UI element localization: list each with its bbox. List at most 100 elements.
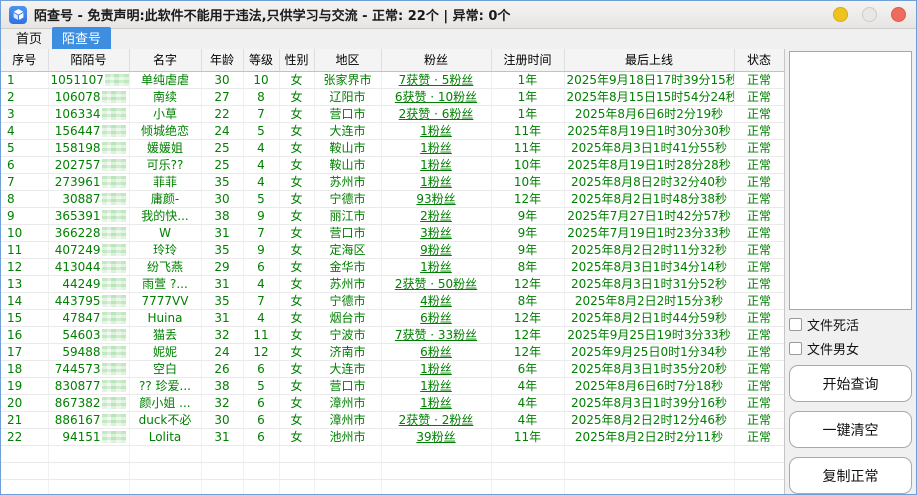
cell-region: 大连市 (314, 122, 382, 140)
column-header[interactable]: 注册时间 (491, 49, 565, 72)
table-row[interactable]: 11 407249 玲玲 35 9 女定海区 9粉丝 9年 2025年8月2日2时11分32秒正… (1, 241, 784, 259)
column-header[interactable]: 状态 (734, 49, 784, 72)
cell-level: 4 (243, 275, 280, 293)
cell-name: Lolita (129, 428, 202, 446)
cell-index: 22 (1, 428, 49, 446)
table-row[interactable]: 17 59488 妮妮 24 12 女济南市 6粉丝 12年 2025年9月25日0时1分34秒… (1, 343, 784, 361)
maximize-icon[interactable] (862, 7, 877, 22)
table-row[interactable]: 1 1051107 单纯虐虐 30 10 女张家界市 7获赞 · 5粉丝 1年 2025年9月1… (1, 71, 784, 89)
tab-home[interactable]: 首页 (6, 27, 52, 49)
cell-last-online: 2025年8月2日2时11分32秒 (564, 241, 735, 259)
cell-last-online: 2025年8月2日2时2分11秒 (564, 428, 735, 446)
cell-last-online: 2025年8月2日2时15分3秒 (564, 292, 735, 310)
cell-level: 6 (243, 360, 280, 378)
minimize-icon[interactable] (833, 7, 848, 22)
result-log-listbox[interactable] (789, 51, 912, 310)
table-row[interactable]: 8 30887 庸颜- 30 5 女宁德市 93粉丝 12年 2025年8月2日1时48分38秒… (1, 190, 784, 208)
blurred-id-mask (101, 158, 126, 171)
cell-last-online: 2025年8月2日1时44分59秒 (564, 309, 735, 327)
cell-region: 宁德市 (314, 190, 382, 208)
table-row[interactable]: 14 443795 7777VV 35 7 女宁德市 4粉丝 8年 2025年8月2日2时15分… (1, 292, 784, 310)
cell-name: 菲菲 (129, 173, 202, 191)
table-row[interactable]: 2 106078 南续 27 8 女辽阳市 6获赞 · 10粉丝 1年 2025年8月15日15… (1, 88, 784, 106)
cell-region: 营口市 (314, 224, 382, 242)
cell-gender: 女 (279, 343, 315, 361)
cell-age: 22 (201, 105, 244, 123)
cell-fans: 9粉丝 (381, 241, 492, 259)
column-header[interactable]: 序号 (1, 49, 49, 72)
cell-index: 9 (1, 207, 49, 225)
cell-momo-id: 413044 (48, 258, 130, 276)
cell-register-age: 12年 (491, 343, 565, 361)
window-controls (833, 7, 906, 22)
table-row[interactable]: 3 106334 小草 22 7 女营口市 2获赞 · 6粉丝 1年 2025年8月6日6时2分… (1, 105, 784, 123)
table-row[interactable]: 7 273961 菲菲 35 4 女苏州市 1粉丝 10年 2025年8月8日2时32分40秒正… (1, 173, 784, 191)
table-row[interactable]: 13 44249 雨萱 ?... 31 4 女苏州市 2获赞 · 50粉丝 12年 2025年8… (1, 275, 784, 293)
cell-index: 10 (1, 224, 49, 242)
cell-gender: 女 (279, 190, 315, 208)
cell-age: 31 (201, 309, 244, 327)
cell-fans: 1粉丝 (381, 258, 492, 276)
clear-all-button[interactable]: 一键清空 (789, 411, 912, 448)
copy-normal-button[interactable]: 复制正常 (789, 457, 912, 494)
column-header[interactable]: 陌陌号 (48, 49, 130, 72)
cell-momo-id: 106334 (48, 105, 130, 123)
cell-last-online: 2025年7月27日1时42分57秒 (564, 207, 735, 225)
file-gender-checkbox[interactable] (789, 342, 802, 355)
table-row[interactable]: 12 413044 纷飞燕 29 6 女金华市 1粉丝 8年 2025年8月3日1时34分14秒… (1, 258, 784, 276)
cell-name: 单纯虐虐 (129, 71, 202, 89)
cell-name: 庸颜- (129, 190, 202, 208)
table-row[interactable]: 10 366228 W 31 7 女营口市 3粉丝 9年 2025年7月19日1时23分33秒正… (1, 224, 784, 242)
table-row[interactable]: 16 54603 猫丢 32 11 女宁波市 7获赞 · 33粉丝 12年 2025年9月25日… (1, 326, 784, 344)
cell-gender: 女 (279, 105, 315, 123)
cell-age: 31 (201, 224, 244, 242)
table-row[interactable]: 9 365391 我的快... 38 9 女丽江市 2粉丝 9年 2025年7月27日1时42分… (1, 207, 784, 225)
start-query-button[interactable]: 开始查询 (789, 365, 912, 402)
cell-gender: 女 (279, 207, 315, 225)
table-row[interactable]: 5 158198 媛媛姐 25 4 女鞍山市 1粉丝 11年 2025年8月3日1时41分55秒… (1, 139, 784, 157)
cell-age: 27 (201, 88, 244, 106)
cell-level: 8 (243, 88, 280, 106)
cell-register-age: 4年 (491, 394, 565, 412)
close-icon[interactable] (891, 7, 906, 22)
table-row[interactable]: 21 886167 duck不必 30 6 女漳州市 2获赞 · 2粉丝 4年 2025年8月2… (1, 411, 784, 429)
results-table: 序号 陌陌号 名字 年龄 等级 性别 地区 粉丝 注册时间 最后上线 状态 1 1051107 单纯虐虐… (1, 49, 784, 494)
cell-gender: 女 (279, 326, 315, 344)
cell-name: 可乐?? (129, 156, 202, 174)
cell-age: 30 (201, 411, 244, 429)
cell-fans: 6获赞 · 10粉丝 (381, 88, 492, 106)
file-alive-checkbox[interactable] (789, 318, 802, 331)
cell-region: 辽阳市 (314, 88, 382, 106)
cell-fans: 6粉丝 (381, 343, 492, 361)
column-header[interactable]: 粉丝 (381, 49, 492, 72)
table-row[interactable]: 19 830877?? 珍爱... 38 5 女营口市 1粉丝 4年 2025年8月6日6时7… (1, 377, 784, 395)
column-header[interactable]: 等级 (243, 49, 280, 72)
cell-last-online: 2025年7月19日1时23分33秒 (564, 224, 735, 242)
cell-gender: 女 (279, 428, 315, 446)
cell-age: 31 (201, 428, 244, 446)
table-row[interactable]: 4 156447 倾城绝恋 24 5 女大连市 1粉丝 11年 2025年8月19日1时30分3… (1, 122, 784, 140)
table-row[interactable]: 18 744573 空白 26 6 女大连市 1粉丝 6年 2025年8月3日1时35分20秒正… (1, 360, 784, 378)
cell-last-online: 2025年8月2日1时48分38秒 (564, 190, 735, 208)
cell-momo-id: 94151 (48, 428, 130, 446)
blurred-id-mask (101, 107, 126, 120)
column-header[interactable]: 年龄 (201, 49, 244, 72)
column-header[interactable]: 名字 (129, 49, 202, 72)
cell-index: 1 (1, 71, 49, 89)
cell-last-online: 2025年8月3日1时31分52秒 (564, 275, 735, 293)
tab-mochahao[interactable]: 陌查号 (52, 27, 112, 49)
cell-level: 6 (243, 411, 280, 429)
cell-gender: 女 (279, 224, 315, 242)
blurred-id-mask (101, 379, 126, 392)
column-header[interactable]: 最后上线 (564, 49, 735, 72)
column-header[interactable]: 地区 (314, 49, 382, 72)
table-row[interactable]: 22 94151 Lolita 31 6 女池州市 39粉丝 11年 2025年8月2日2时2分… (1, 428, 784, 446)
column-header[interactable]: 性别 (279, 49, 315, 72)
cell-gender: 女 (279, 241, 315, 259)
cell-register-age: 11年 (491, 122, 565, 140)
table-row[interactable]: 6 202757 可乐?? 25 4 女鞍山市 1粉丝 10年 2025年8月19日1时28分2… (1, 156, 784, 174)
table-row[interactable]: 20 867382 颜小姐 ... 32 6 女漳州市 1粉丝 4年 2025年8月3日1时39… (1, 394, 784, 412)
table-row[interactable]: 15 47847 Huina 31 4 女烟台市 6粉丝 12年 2025年8月2日1时44分5… (1, 309, 784, 327)
tab-bar: 首页 陌查号 (1, 27, 916, 49)
cell-level: 12 (243, 343, 280, 361)
